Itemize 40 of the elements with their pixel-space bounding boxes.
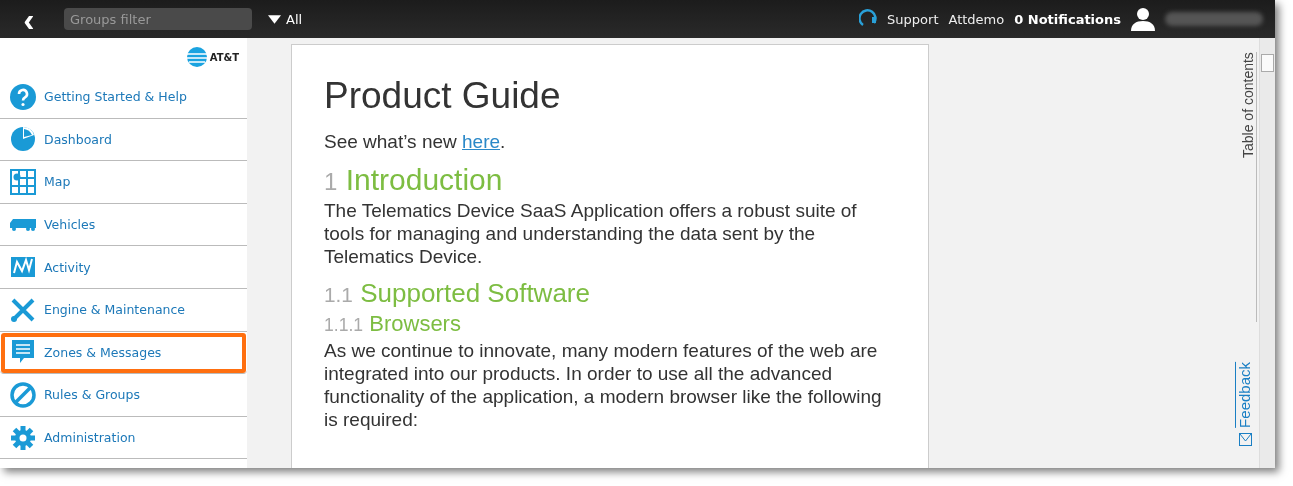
section-number: 1.1 (324, 283, 353, 306)
section-heading: Browsers (369, 311, 461, 336)
sidebar-item[interactable]: Map (0, 161, 247, 204)
table-of-contents-tab[interactable]: Table of contents (1236, 52, 1257, 322)
intro-text: See what’s new here. (324, 131, 507, 153)
sidebar-item[interactable]: Rules & Groups (0, 374, 247, 417)
globe-icon (186, 47, 207, 67)
groups-filter-field[interactable]: Groups filter (64, 8, 252, 30)
settings-icon (10, 424, 36, 451)
section-number: 1 (324, 168, 338, 195)
sidebar-item[interactable]: Getting Started & Help (0, 76, 247, 119)
section-heading: Introduction (345, 163, 503, 196)
mail-icon (1239, 433, 1252, 446)
question-icon (10, 83, 36, 110)
notifications-link[interactable]: 0 Notifications (1014, 11, 1121, 27)
account-link[interactable]: Attdemo (948, 11, 1005, 27)
feedback-tab[interactable]: Feedback (1235, 362, 1255, 428)
user-icon[interactable] (1131, 7, 1155, 31)
paragraph: The Telematics Device SaaS Application offers a robust suite of tools for managing and understanding the data sent by the Telematics Device. (324, 199, 858, 268)
map-icon (10, 169, 36, 195)
section-heading: Supported Software (360, 278, 590, 308)
sidebar-item[interactable]: Vehicles (0, 203, 247, 247)
scrollbar[interactable] (1259, 38, 1275, 468)
section-number: 1.1.1 (324, 315, 364, 335)
brand-logo: AT&T (209, 51, 239, 63)
group-dropdown[interactable]: All (262, 10, 309, 28)
sidebar-item[interactable]: Activity (0, 246, 247, 289)
here-link[interactable]: here (462, 131, 501, 152)
back-button[interactable]: ‹ (12, 4, 46, 34)
truck-icon (10, 217, 36, 232)
sidebar-item[interactable]: Engine & Maintenance (0, 288, 247, 332)
document-title: Product Guide (324, 75, 562, 117)
sidebar-item[interactable]: Administration (0, 416, 247, 460)
sidebar-item[interactable]: Dashboard (0, 118, 247, 162)
caret-icon (268, 14, 281, 24)
pie-chart-icon (10, 126, 36, 153)
prohibited-icon (10, 381, 36, 408)
sidebar-item[interactable]: Zones & Messages (0, 331, 247, 375)
support-link[interactable]: Support (887, 11, 939, 27)
paragraph: As we continue to innovate, many modern features of the web are integrated into our products. In order to use all the advanced functionality of the application, a modern browser like the following is required: (324, 339, 883, 431)
